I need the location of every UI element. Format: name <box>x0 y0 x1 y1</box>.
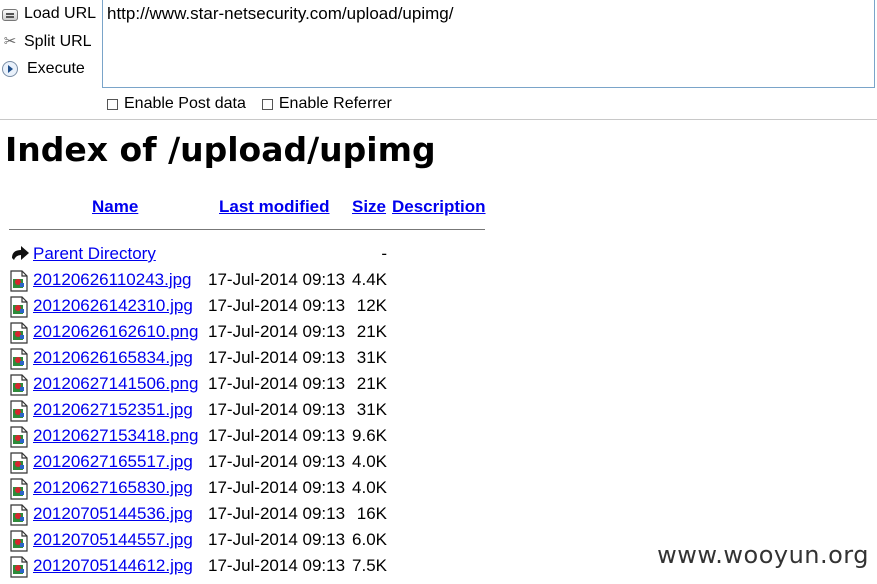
play-icon <box>2 61 18 77</box>
file-row: 20120626142310.jpg 17-Jul-2014 09:13 12K <box>9 294 489 320</box>
split-url-label: Split URL <box>24 33 92 50</box>
file-link[interactable]: 20120705144557.jpg <box>33 530 193 550</box>
file-size: 9.6K <box>352 426 387 445</box>
image-file-icon <box>9 530 29 557</box>
file-row: 20120705144612.jpg 17-Jul-2014 09:13 7.5K <box>9 554 489 580</box>
toolbar-divider <box>0 119 877 120</box>
parent-directory-row: Parent Directory - <box>9 242 489 268</box>
execute-label: Execute <box>27 60 85 77</box>
split-url-button[interactable]: ✂ Split URL <box>2 29 92 55</box>
file-row: 20120627165830.jpg 17-Jul-2014 09:13 4.0K <box>9 476 489 502</box>
parent-directory-link[interactable]: Parent Directory <box>33 244 156 264</box>
scissors-icon: ✂ <box>3 33 17 50</box>
sort-by-modified-link[interactable]: Last modified <box>219 197 330 217</box>
image-file-icon <box>9 296 29 323</box>
load-url-label: Load URL <box>24 5 97 22</box>
url-input-value: http://www.star-netsecurity.com/upload/u… <box>107 4 454 23</box>
image-file-icon <box>9 270 29 297</box>
file-size: 31K <box>356 348 387 367</box>
file-row: 20120627153418.png 17-Jul-2014 09:13 9.6K <box>9 424 489 450</box>
image-file-icon <box>9 348 29 375</box>
image-file-icon <box>9 374 29 401</box>
execute-button[interactable]: Execute <box>2 56 85 82</box>
back-arrow-icon <box>9 244 31 269</box>
url-input[interactable]: http://www.star-netsecurity.com/upload/u… <box>102 0 875 88</box>
image-file-icon <box>9 452 29 479</box>
sort-by-size-link[interactable]: Size <box>352 197 386 217</box>
image-file-icon <box>9 556 29 583</box>
file-link[interactable]: 20120627165830.jpg <box>33 478 193 498</box>
file-link[interactable]: 20120627152351.jpg <box>33 400 193 420</box>
file-row: 20120626110243.jpg 17-Jul-2014 09:13 4.4K <box>9 268 489 294</box>
image-file-icon <box>9 478 29 505</box>
post-checkbox-box[interactable] <box>107 98 118 110</box>
file-size: 4.0K <box>352 452 387 471</box>
file-link[interactable]: 20120626110243.jpg <box>33 270 192 290</box>
options-row: Enable Post data Enable Referrer <box>107 95 408 113</box>
file-modified: 17-Jul-2014 09:13 <box>208 556 346 575</box>
file-size: 12K <box>356 296 387 315</box>
enable-post-checkbox[interactable]: Enable Post data <box>107 95 246 113</box>
hackbar-toolbar: Load URL ✂ Split URL Execute http://www.… <box>0 0 877 119</box>
file-link[interactable]: 20120705144536.jpg <box>33 504 193 524</box>
file-size: 4.0K <box>352 478 387 497</box>
file-row: 20120627141506.png 17-Jul-2014 09:13 21K <box>9 372 489 398</box>
file-row: 20120705144557.jpg 17-Jul-2014 09:13 6.0K <box>9 528 489 554</box>
watermark-text: www.wooyun.org <box>657 541 869 569</box>
file-size: 21K <box>356 374 387 393</box>
referrer-checkbox-label: Enable Referrer <box>278 95 392 112</box>
image-file-icon <box>9 504 29 531</box>
image-file-icon <box>9 426 29 453</box>
sort-by-name-link[interactable]: Name <box>92 197 138 217</box>
file-link[interactable]: 20120705144612.jpg <box>33 556 193 576</box>
sort-by-description-link[interactable]: Description <box>392 197 486 217</box>
enable-referrer-checkbox[interactable]: Enable Referrer <box>261 95 392 113</box>
file-row: 20120627165517.jpg 17-Jul-2014 09:13 4.0K <box>9 450 489 476</box>
file-link[interactable]: 20120626165834.jpg <box>33 348 193 368</box>
file-row: 20120626165834.jpg 17-Jul-2014 09:13 31K <box>9 346 489 372</box>
file-modified: 17-Jul-2014 09:13 <box>208 530 346 549</box>
page-title: Index of /upload/upimg <box>5 130 436 169</box>
file-modified: 17-Jul-2014 09:13 <box>208 426 346 445</box>
file-link[interactable]: 20120627141506.png <box>33 374 198 394</box>
image-file-icon <box>9 322 29 349</box>
header-divider <box>9 229 485 230</box>
file-modified: 17-Jul-2014 09:13 <box>208 296 346 315</box>
file-size: 16K <box>356 504 387 523</box>
image-file-icon <box>9 400 29 427</box>
file-row: 20120705144536.jpg 17-Jul-2014 09:13 16K <box>9 502 489 528</box>
file-size: 6.0K <box>352 530 387 549</box>
file-modified: 17-Jul-2014 09:13 <box>208 400 346 419</box>
post-checkbox-label: Enable Post data <box>124 95 246 112</box>
file-modified: 17-Jul-2014 09:13 <box>208 478 346 497</box>
file-link[interactable]: 20120626162610.png <box>33 322 198 342</box>
referrer-checkbox-box[interactable] <box>261 98 273 110</box>
file-size: 4.4K <box>352 270 387 289</box>
file-row: 20120626162610.png 17-Jul-2014 09:13 21K <box>9 320 489 346</box>
file-modified: 17-Jul-2014 09:13 <box>208 322 346 341</box>
file-modified: 17-Jul-2014 09:13 <box>208 374 346 393</box>
file-modified: 17-Jul-2014 09:13 <box>208 270 346 289</box>
file-size: 31K <box>356 400 387 419</box>
file-size: 21K <box>356 322 387 341</box>
file-modified: 17-Jul-2014 09:13 <box>208 452 346 471</box>
file-modified: 17-Jul-2014 09:13 <box>208 348 346 367</box>
file-row: 20120627152351.jpg 17-Jul-2014 09:13 31K <box>9 398 489 424</box>
file-modified: 17-Jul-2014 09:13 <box>208 504 346 523</box>
file-link[interactable]: 20120626142310.jpg <box>33 296 193 316</box>
file-link[interactable]: 20120627165517.jpg <box>33 452 193 472</box>
load-url-icon <box>2 9 18 21</box>
load-url-button[interactable]: Load URL <box>2 1 96 27</box>
file-size: 7.5K <box>352 556 387 575</box>
file-link[interactable]: 20120627153418.png <box>33 426 198 446</box>
parent-size: - <box>381 244 387 263</box>
